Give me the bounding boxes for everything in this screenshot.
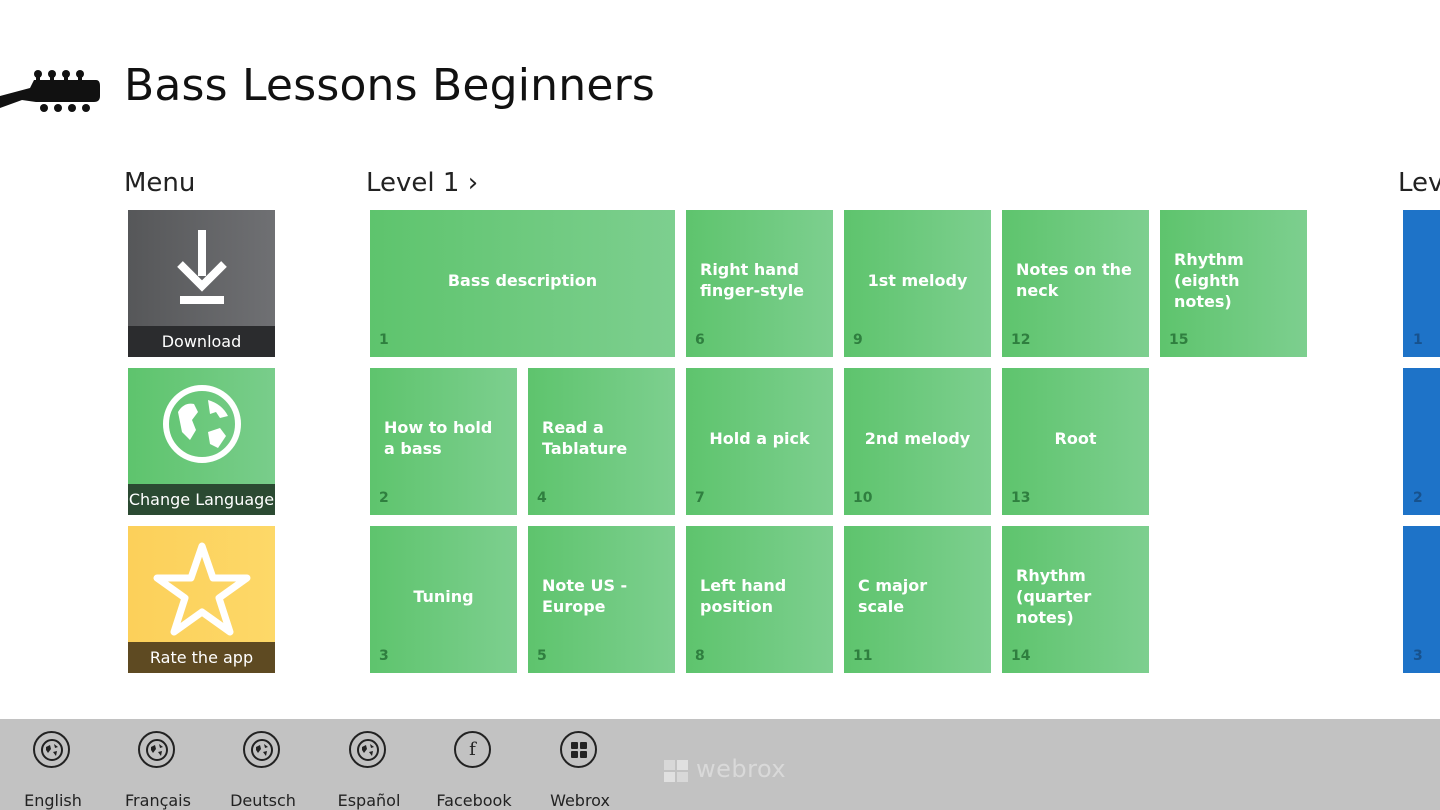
lesson-tile-5[interactable]: Note US - Europe 5 bbox=[528, 526, 675, 673]
app-title: Bass Lessons Beginners bbox=[124, 60, 656, 111]
globe-icon bbox=[138, 731, 175, 768]
download-tile[interactable]: Download bbox=[128, 210, 275, 357]
bass-headstock-icon bbox=[0, 70, 100, 112]
webrox-watermark: webrox bbox=[696, 755, 787, 783]
lesson-title: How to hold a bass bbox=[384, 418, 493, 458]
lesson-tile-1[interactable]: Bass description 1 bbox=[370, 210, 675, 357]
level2-tile-3[interactable]: 3 bbox=[1403, 526, 1440, 673]
lesson-title: 1st melody bbox=[867, 270, 968, 290]
facebook-icon: f bbox=[454, 731, 491, 768]
lesson-tile-3[interactable]: Tuning 3 bbox=[370, 526, 517, 673]
lesson-tile-6[interactable]: Right hand finger-style 6 bbox=[686, 210, 833, 357]
lesson-number: 10 bbox=[853, 490, 873, 506]
lesson-number: 15 bbox=[1169, 332, 1189, 348]
lesson-title: Hold a pick bbox=[709, 428, 810, 448]
lesson-tile-15[interactable]: Rhythm (eighth notes) 15 bbox=[1160, 210, 1307, 357]
lesson-number: 8 bbox=[695, 648, 705, 664]
deutsch-button[interactable]: Deutsch bbox=[218, 731, 308, 810]
lesson-title: Bass description bbox=[447, 270, 598, 290]
globe-icon bbox=[349, 731, 386, 768]
lesson-tile-13[interactable]: Root 13 bbox=[1002, 368, 1149, 515]
windows-grid-icon bbox=[560, 731, 597, 768]
lesson-number: 1 bbox=[379, 332, 389, 348]
lesson-title: Note US - Europe bbox=[542, 576, 628, 616]
lesson-tile-2[interactable]: How to hold a bass 2 bbox=[370, 368, 517, 515]
lesson-number: 11 bbox=[853, 648, 873, 664]
lesson-number: 13 bbox=[1011, 490, 1031, 506]
change-language-label: Change Language bbox=[128, 484, 275, 515]
globe-icon bbox=[243, 731, 280, 768]
lesson-title: Left hand position bbox=[700, 576, 787, 616]
lesson-tile-11[interactable]: C major scale 11 bbox=[844, 526, 991, 673]
lesson-tile-10[interactable]: 2nd melody 10 bbox=[844, 368, 991, 515]
deutsch-label: Deutsch bbox=[230, 791, 296, 810]
change-language-tile[interactable]: Change Language bbox=[128, 368, 275, 515]
lesson-tile-8[interactable]: Left hand position 8 bbox=[686, 526, 833, 673]
lesson-title: 2nd melody bbox=[864, 428, 971, 448]
download-label: Download bbox=[128, 326, 275, 357]
english-label: English bbox=[24, 791, 82, 810]
lesson-title: Right hand finger-style bbox=[700, 260, 805, 300]
lesson-number: 6 bbox=[695, 332, 705, 348]
lesson-title: C major scale bbox=[858, 576, 928, 616]
lesson-title: Notes on the neck bbox=[1016, 260, 1132, 300]
lesson-tile-14[interactable]: Rhythm (quarter notes) 14 bbox=[1002, 526, 1149, 673]
rate-app-label: Rate the app bbox=[128, 642, 275, 673]
globe-icon bbox=[33, 731, 70, 768]
star-icon bbox=[128, 540, 275, 640]
english-button[interactable]: English bbox=[8, 731, 98, 810]
lesson-tile-12[interactable]: Notes on the neck 12 bbox=[1002, 210, 1149, 357]
webrox-logo-icon bbox=[664, 760, 688, 782]
lesson-number: 7 bbox=[695, 490, 705, 506]
lesson-number: 3 bbox=[379, 648, 389, 664]
lesson-title: Read a Tablature bbox=[542, 418, 628, 458]
francais-label: Français bbox=[125, 791, 191, 810]
lesson-tile-4[interactable]: Read a Tablature 4 bbox=[528, 368, 675, 515]
lesson-number: 5 bbox=[537, 648, 547, 664]
download-icon bbox=[128, 224, 275, 324]
lesson-title: Rhythm (quarter notes) bbox=[1016, 565, 1092, 627]
espanol-button[interactable]: Español bbox=[324, 731, 414, 810]
level1-header[interactable]: Level 1 › bbox=[366, 168, 478, 198]
lesson-number: 2 bbox=[1413, 490, 1423, 506]
level2-tile-1[interactable]: 1 bbox=[1403, 210, 1440, 357]
lesson-tile-9[interactable]: 1st melody 9 bbox=[844, 210, 991, 357]
level2-header[interactable]: Lev bbox=[1398, 168, 1440, 198]
lesson-number: 12 bbox=[1011, 332, 1031, 348]
facebook-button[interactable]: f Facebook bbox=[429, 731, 519, 810]
lesson-number: 14 bbox=[1011, 648, 1031, 664]
francais-button[interactable]: Français bbox=[113, 731, 203, 810]
level2-tile-2[interactable]: 2 bbox=[1403, 368, 1440, 515]
globe-icon bbox=[128, 382, 275, 482]
lesson-title: Rhythm (eighth notes) bbox=[1174, 249, 1244, 311]
facebook-label: Facebook bbox=[436, 791, 512, 810]
lesson-number: 2 bbox=[379, 490, 389, 506]
lesson-number: 1 bbox=[1413, 332, 1423, 348]
lesson-number: 9 bbox=[853, 332, 863, 348]
espanol-label: Español bbox=[337, 791, 401, 810]
lesson-number: 3 bbox=[1413, 648, 1423, 664]
menu-header: Menu bbox=[124, 168, 196, 198]
lesson-number: 4 bbox=[537, 490, 547, 506]
webrox-label: Webrox bbox=[550, 791, 610, 810]
webrox-button[interactable]: Webrox bbox=[535, 731, 625, 810]
lesson-title: Tuning bbox=[413, 586, 474, 606]
lesson-title: Root bbox=[1054, 428, 1097, 448]
lesson-tile-7[interactable]: Hold a pick 7 bbox=[686, 368, 833, 515]
rate-app-tile[interactable]: Rate the app bbox=[128, 526, 275, 673]
